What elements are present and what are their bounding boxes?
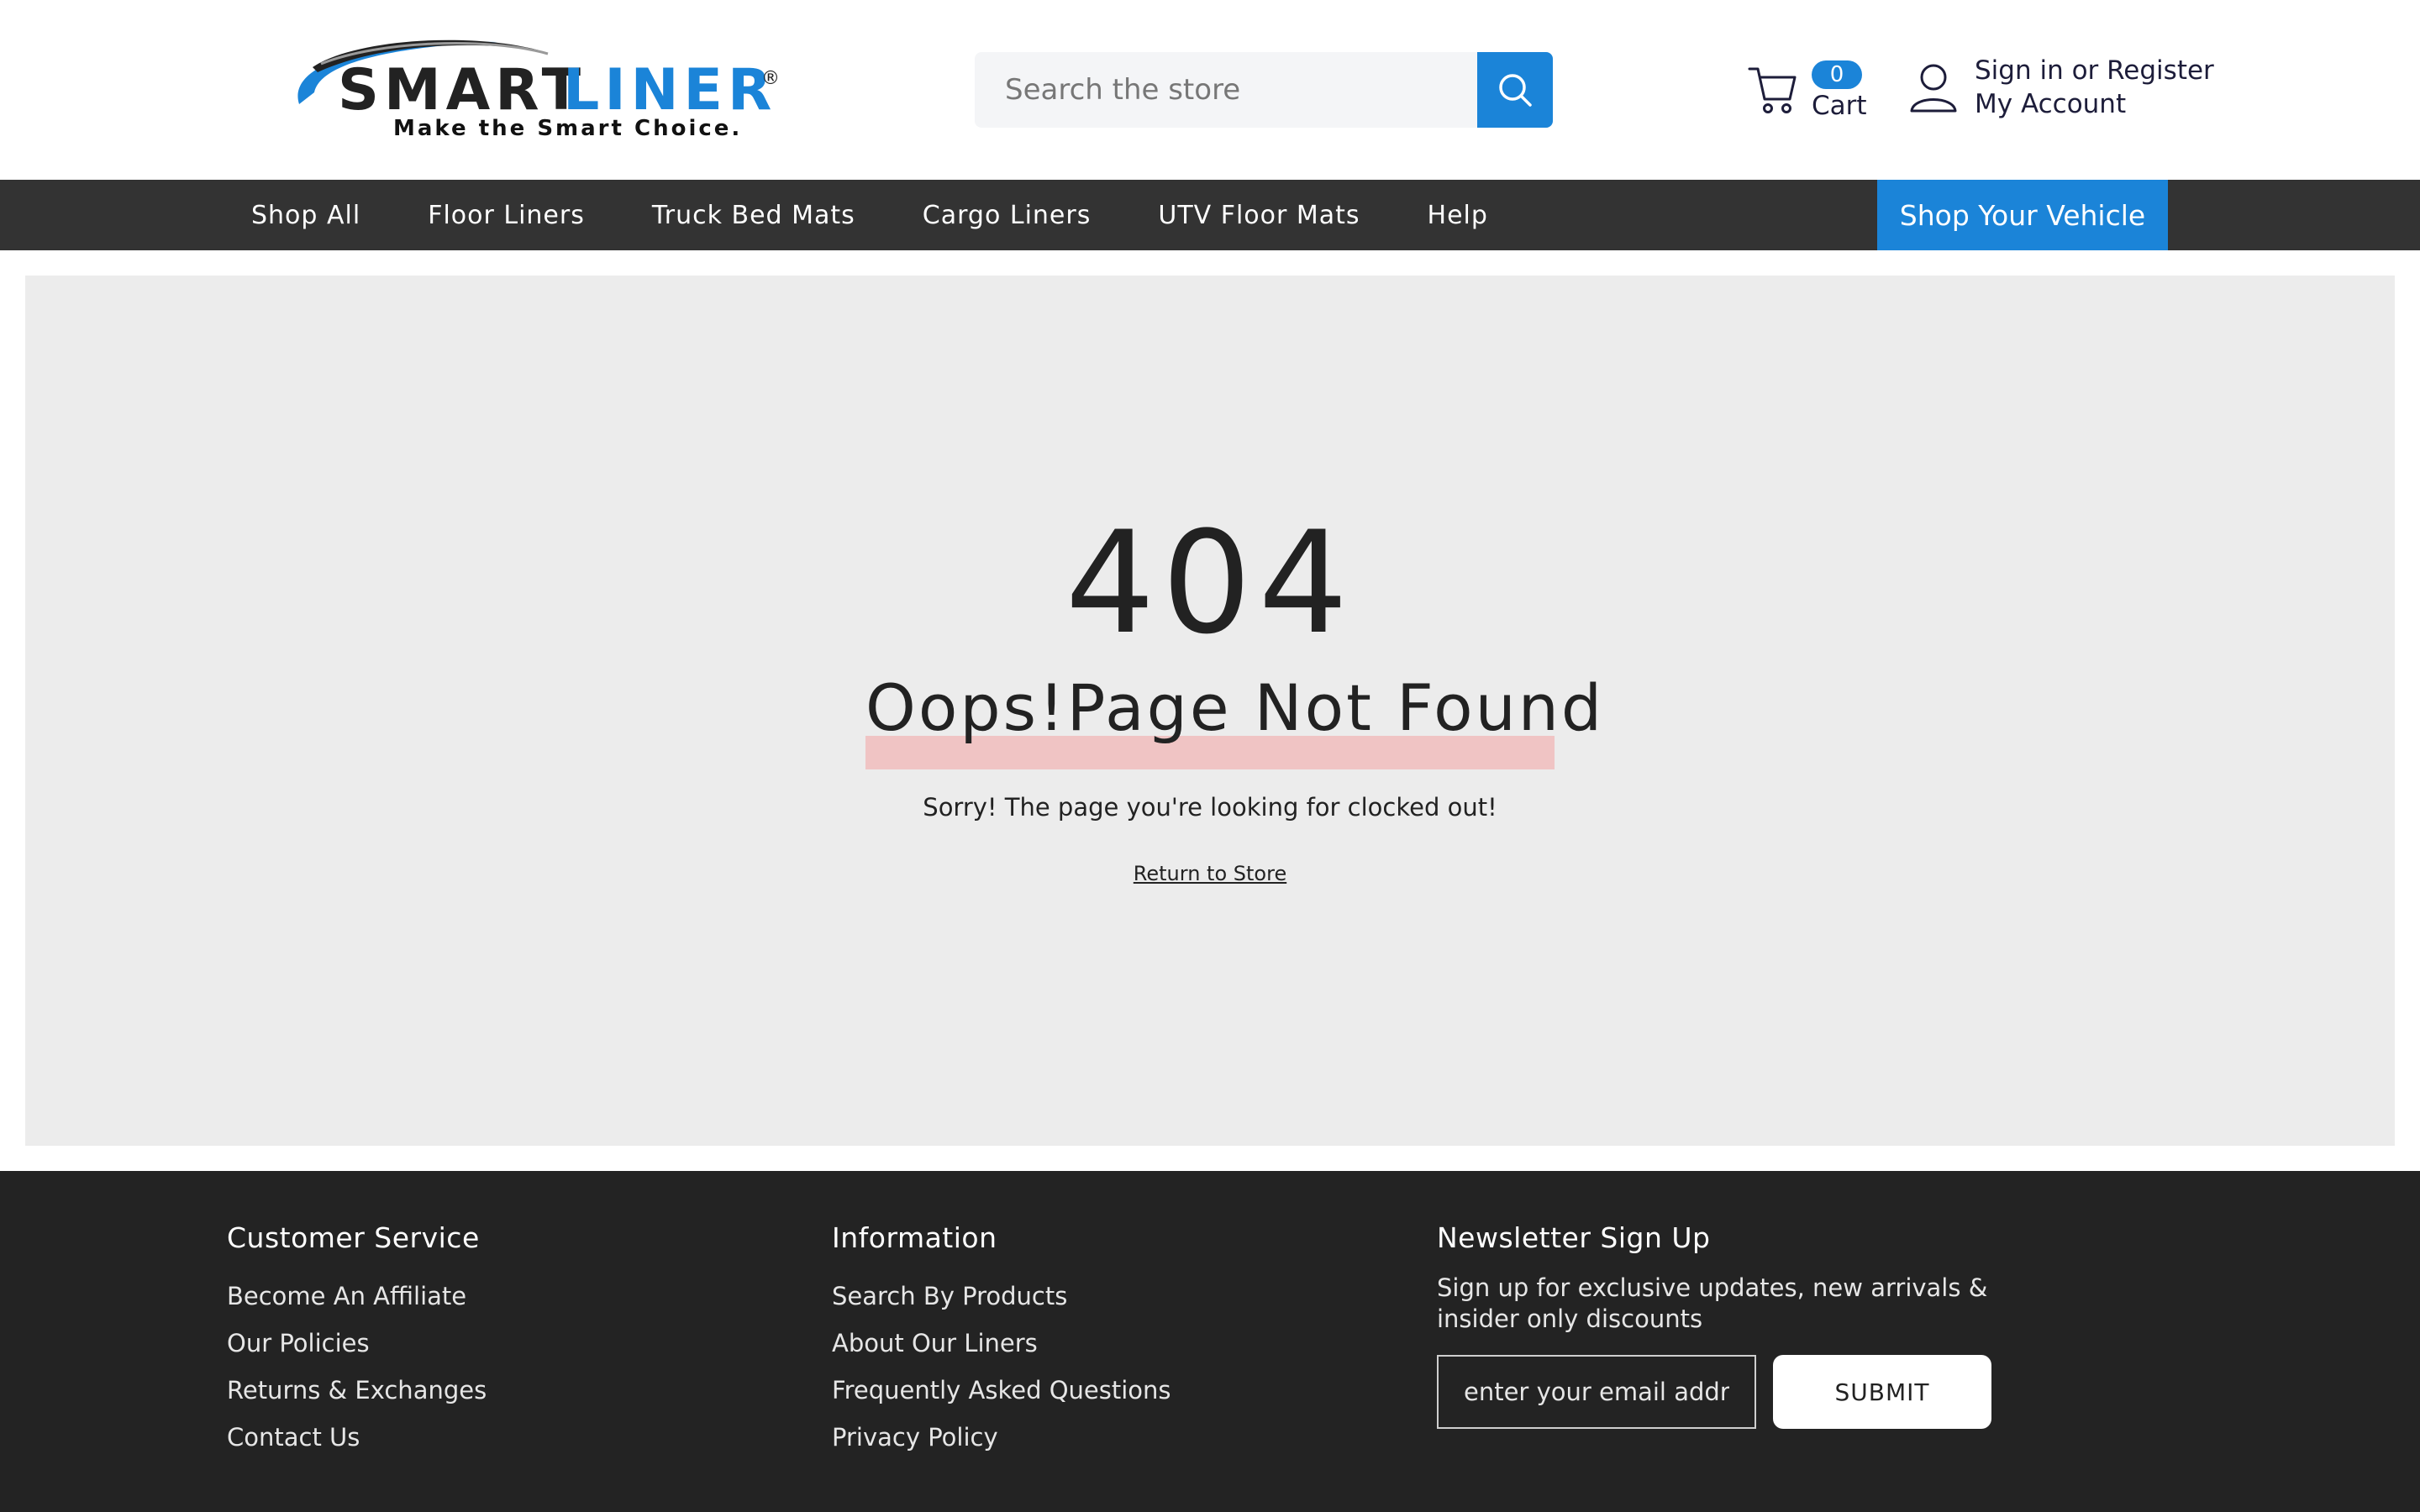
newsletter-submit-button[interactable]: SUBMIT <box>1773 1355 1991 1429</box>
error-title-wrap: Oops!Page Not Found <box>865 670 1605 771</box>
search-icon <box>1499 74 1532 107</box>
site-footer: Customer Service Become An Affiliate Our… <box>0 1171 2420 1512</box>
sign-in-link[interactable]: Sign in <box>1975 55 2064 86</box>
footer-heading-information: Information <box>832 1221 997 1254</box>
newsletter-description: Sign up for exclusive updates, new arriv… <box>1437 1273 1988 1333</box>
cart-link[interactable]: 0 Cart <box>1748 59 1867 126</box>
logo-tagline: Make the Smart Choice. <box>393 116 743 141</box>
footer-link-returns-exchanges[interactable]: Returns & Exchanges <box>227 1373 487 1420</box>
error-code: 404 <box>1065 501 1355 665</box>
footer-heading-customer-service: Customer Service <box>227 1221 480 1254</box>
footer-link-become-affiliate[interactable]: Become An Affiliate <box>227 1279 487 1326</box>
footer-link-about-liners[interactable]: About Our Liners <box>832 1326 1171 1373</box>
footer-information: Information Search By Products About Our… <box>832 1221 1171 1467</box>
cart-icon <box>1748 67 1797 113</box>
return-to-store-link[interactable]: Return to Store <box>1134 862 1286 885</box>
account-auth-links: Sign in or Register <box>1975 55 2214 86</box>
nav-item-utv-floor-mats[interactable]: UTV Floor Mats <box>1158 201 1360 230</box>
nav-item-truck-bed-mats[interactable]: Truck Bed Mats <box>652 201 855 230</box>
nav-item-shop-all[interactable]: Shop All <box>251 201 360 230</box>
logo-swoosh-icon: SMART LINER ® <box>297 39 780 118</box>
search-input[interactable] <box>975 52 1477 128</box>
site-header: SMART LINER ® Make the Smart Choice. 0 C… <box>0 0 2420 180</box>
newsletter-email-input[interactable] <box>1437 1355 1756 1429</box>
footer-link-our-policies[interactable]: Our Policies <box>227 1326 487 1373</box>
logo-brand-part1: SMART <box>338 57 586 118</box>
footer-link-privacy-policy[interactable]: Privacy Policy <box>832 1420 1171 1467</box>
footer-customer-service: Customer Service Become An Affiliate Our… <box>227 1221 487 1467</box>
error-title: Oops!Page Not Found <box>865 670 1605 745</box>
error-message: Sorry! The page you're looking for clock… <box>923 793 1497 822</box>
search-button[interactable] <box>1477 52 1553 128</box>
search-form <box>975 52 1553 128</box>
user-icon <box>1910 64 1957 113</box>
nav-item-cargo-liners[interactable]: Cargo Liners <box>923 201 1092 230</box>
shop-your-vehicle-button[interactable]: Shop Your Vehicle <box>1877 180 2168 250</box>
footer-link-contact-us[interactable]: Contact Us <box>227 1420 487 1467</box>
logo-registered-mark: ® <box>761 68 780 89</box>
newsletter-form: SUBMIT <box>1437 1355 2008 1429</box>
logo-brand-part2: LINER <box>563 57 776 118</box>
footer-heading-newsletter: Newsletter Sign Up <box>1437 1221 1711 1254</box>
footer-newsletter: Newsletter Sign Up Sign up for exclusive… <box>1437 1221 2008 1429</box>
nav-item-floor-liners[interactable]: Floor Liners <box>428 201 585 230</box>
register-link[interactable]: Register <box>2107 55 2214 86</box>
main-nav: Shop All Floor Liners Truck Bed Mats Car… <box>0 180 2420 250</box>
smartliner-logo[interactable]: SMART LINER ® Make the Smart Choice. <box>287 34 783 151</box>
footer-link-search-by-products[interactable]: Search By Products <box>832 1279 1171 1326</box>
cart-count-badge: 0 <box>1812 60 1862 89</box>
return-link-wrap: Return to Store <box>25 862 2395 885</box>
nav-items: Shop All Floor Liners Truck Bed Mats Car… <box>251 180 1488 250</box>
cart-label: Cart <box>1812 91 1867 121</box>
footer-link-faq[interactable]: Frequently Asked Questions <box>832 1373 1171 1420</box>
error-panel: 404 Oops!Page Not Found Sorry! The page … <box>25 276 2395 1146</box>
sign-in-or-text: or <box>2063 55 2107 86</box>
account-area: Sign in or Register My Account <box>1909 55 2214 128</box>
nav-item-help[interactable]: Help <box>1428 201 1488 230</box>
my-account-link[interactable]: My Account <box>1975 89 2126 119</box>
